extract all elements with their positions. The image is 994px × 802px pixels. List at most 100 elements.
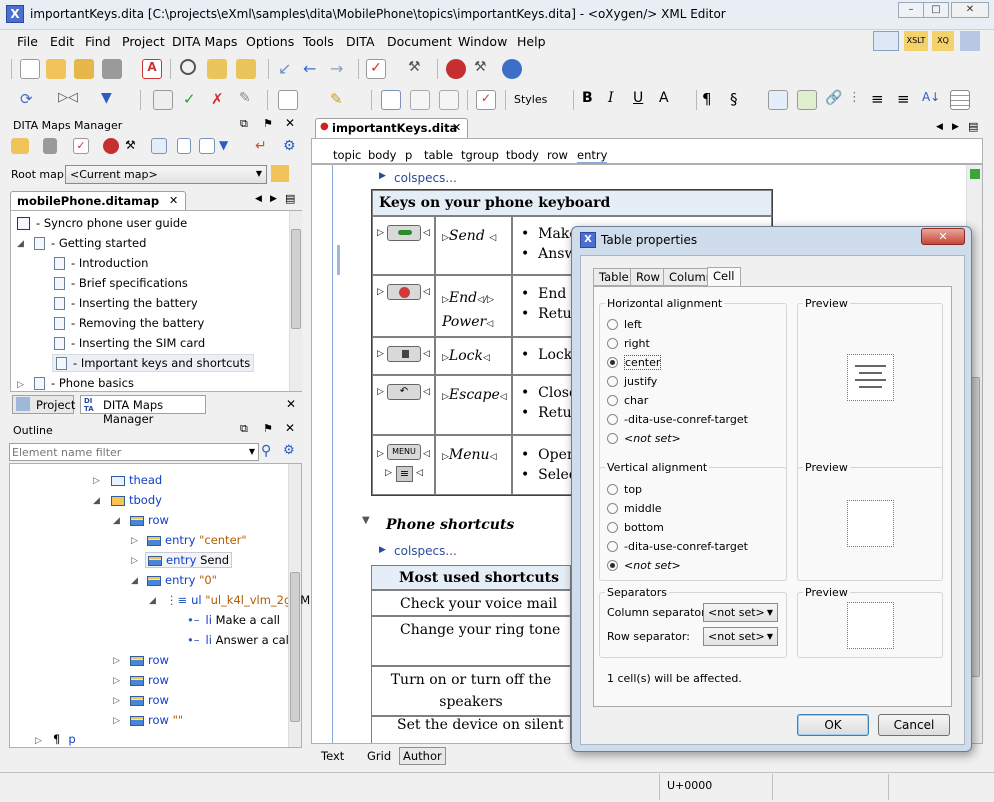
outline-node-p[interactable]: ¶ p <box>53 732 76 746</box>
configure-transform-icon[interactable]: ⚒ <box>474 59 494 79</box>
radio-conref-target[interactable]: -dita-use-conref-target <box>607 413 748 426</box>
reject-change-icon[interactable]: ✗ <box>211 90 231 110</box>
tab-text-mode[interactable]: Text <box>321 749 344 763</box>
pin-panel-icon[interactable]: ⚑ <box>263 422 273 435</box>
key-name-cell[interactable]: ▷Menu◁ <box>435 435 512 495</box>
transform-map-icon[interactable] <box>103 138 119 154</box>
tree-item-root[interactable]: - Syncro phone user guide <box>17 216 187 230</box>
font-size-icon[interactable]: A <box>659 90 679 110</box>
tree-item-important-keys[interactable]: - Important keys and shortcuts <box>52 354 255 372</box>
radio-center[interactable]: center <box>607 355 662 370</box>
key-cell[interactable]: ▷ ◁ <box>372 216 435 275</box>
tab-list-icon[interactable]: ▤ <box>968 120 978 133</box>
outline-node-entry[interactable]: entry "center" <box>147 533 247 547</box>
shortcut-cell[interactable]: Change your ring tone <box>371 616 571 666</box>
menu-find[interactable]: Find <box>85 34 111 49</box>
find-icon[interactable] <box>180 59 196 75</box>
radio-left[interactable]: left <box>607 318 642 331</box>
right-arrow-icon[interactable]: → <box>330 59 350 79</box>
remove-comment-icon[interactable] <box>439 90 459 110</box>
colspecs-link[interactable]: colspecs... <box>394 544 457 558</box>
key-cell[interactable]: ▷ ◁ <box>372 275 435 337</box>
breadcrumb-item[interactable]: row <box>547 148 568 162</box>
open-url-icon[interactable] <box>74 59 94 79</box>
breadcrumb-item[interactable]: tbody <box>506 148 539 162</box>
section-icon[interactable]: § <box>730 90 750 110</box>
key-name-cell[interactable]: ▷Send ◁ <box>435 216 512 275</box>
outline-node-entry[interactable]: entry "0" <box>147 573 217 587</box>
radio-top[interactable]: top <box>607 483 642 496</box>
scroll-thumb[interactable] <box>291 229 301 329</box>
expand-icon[interactable]: ▷ <box>113 676 120 686</box>
collapse-icon[interactable]: ◢ <box>149 596 156 606</box>
outline-node-tbody[interactable]: tbody <box>111 493 162 507</box>
radio-button[interactable] <box>607 338 618 349</box>
radio-button[interactable] <box>607 395 618 406</box>
radio-not-set[interactable]: <not set> <box>607 432 681 445</box>
tree-item-getting-started[interactable]: - Getting started <box>34 236 146 250</box>
numbered-list-icon[interactable]: ≡ <box>897 90 917 110</box>
radio-middle[interactable]: middle <box>607 502 662 515</box>
close-tab-icon[interactable]: ✕ <box>452 121 461 134</box>
menu-tools[interactable]: Tools <box>303 34 334 49</box>
close-button[interactable]: ✕ <box>951 2 989 18</box>
breadcrumb-item[interactable]: topic <box>333 148 361 162</box>
underline-icon[interactable]: U <box>633 90 653 110</box>
collapse-icon[interactable]: ▼ <box>362 515 370 526</box>
list-icon[interactable]: ⋮ <box>848 90 868 110</box>
db-perspective-icon[interactable] <box>960 31 980 51</box>
shortcuts-header[interactable]: Most used shortcuts <box>371 565 571 590</box>
save-icon[interactable] <box>102 59 122 79</box>
reference-icon[interactable]: ↵ <box>255 138 271 154</box>
expand-icon[interactable]: ▷ <box>113 696 120 706</box>
accept-change-icon[interactable]: ✓ <box>183 90 203 110</box>
italic-icon[interactable]: I <box>608 90 628 110</box>
table-title[interactable]: Keys on your phone keyboard <box>372 190 772 216</box>
menu-help[interactable]: Help <box>517 34 546 49</box>
float-panel-icon[interactable]: ⧉ <box>240 117 248 131</box>
expand-icon[interactable]: ▶ <box>379 545 386 555</box>
shortcut-cell[interactable]: Set the device on silent <box>371 716 571 743</box>
tree-item-inserting-battery[interactable]: - Inserting the battery <box>54 296 198 310</box>
radio-right[interactable]: right <box>607 337 650 350</box>
expand-icon[interactable]: ▷ <box>113 716 120 726</box>
radio-button[interactable] <box>607 376 618 387</box>
xquery-perspective-icon[interactable]: XQ <box>932 31 954 51</box>
tab-right-icon[interactable]: ▶ <box>270 194 277 204</box>
menu-options[interactable]: Options <box>246 34 294 49</box>
outline-node-row[interactable]: row <box>130 653 169 667</box>
expand-icon[interactable]: ▷ <box>131 536 138 546</box>
shortcut-cell[interactable]: Turn on or turn off the speakers <box>371 666 571 716</box>
tree-item-brief-specs[interactable]: - Brief specifications <box>54 276 188 290</box>
radio-button-selected[interactable] <box>607 357 618 368</box>
shortcut-cell[interactable]: Check your voice mail <box>371 590 571 616</box>
open-folder-icon[interactable] <box>46 59 66 79</box>
insert-topicref-icon[interactable] <box>151 138 167 154</box>
highlight-icon[interactable]: ✎ <box>330 90 350 110</box>
tree-item-sim-card[interactable]: - Inserting the SIM card <box>54 336 205 350</box>
key-name-cell[interactable]: ▷Lock◁ <box>435 337 512 375</box>
edit-comment-icon[interactable] <box>410 90 430 110</box>
xslt-perspective-icon[interactable]: XSLT <box>904 31 928 51</box>
validate-map-icon[interactable]: ✓ <box>73 138 89 154</box>
row-separator-select[interactable]: <not set> ▼ <box>703 627 778 646</box>
settings-gear-icon[interactable]: ⚙ <box>283 138 299 154</box>
menu-window[interactable]: Window <box>458 34 507 49</box>
save-map-icon[interactable] <box>43 138 57 154</box>
outline-node-thead[interactable]: thead <box>111 473 162 487</box>
maximize-button[interactable]: □ <box>923 2 949 18</box>
filter-icon[interactable]: ▼ <box>101 90 121 110</box>
collapse-icon[interactable]: ◢ <box>113 516 120 526</box>
close-panel-icon[interactable]: ✕ <box>286 397 296 411</box>
editor-tab[interactable]: ● importantKeys.dita ✕ <box>315 118 468 138</box>
radio-button[interactable] <box>607 484 618 495</box>
bulleted-list-icon[interactable]: ≡ <box>871 90 891 110</box>
menu-project[interactable]: Project <box>122 34 165 49</box>
comment-icon[interactable]: ✎ <box>239 90 259 110</box>
debug-transform-icon[interactable] <box>502 59 522 79</box>
outline-node-row[interactable]: row <box>130 693 169 707</box>
key-cell[interactable]: ▷ ◁ <box>372 337 435 375</box>
tab-right-icon[interactable]: ▶ <box>952 122 959 132</box>
configure-map-icon[interactable]: ⚒ <box>125 138 141 154</box>
tree-item-removing-battery[interactable]: - Removing the battery <box>54 316 204 330</box>
